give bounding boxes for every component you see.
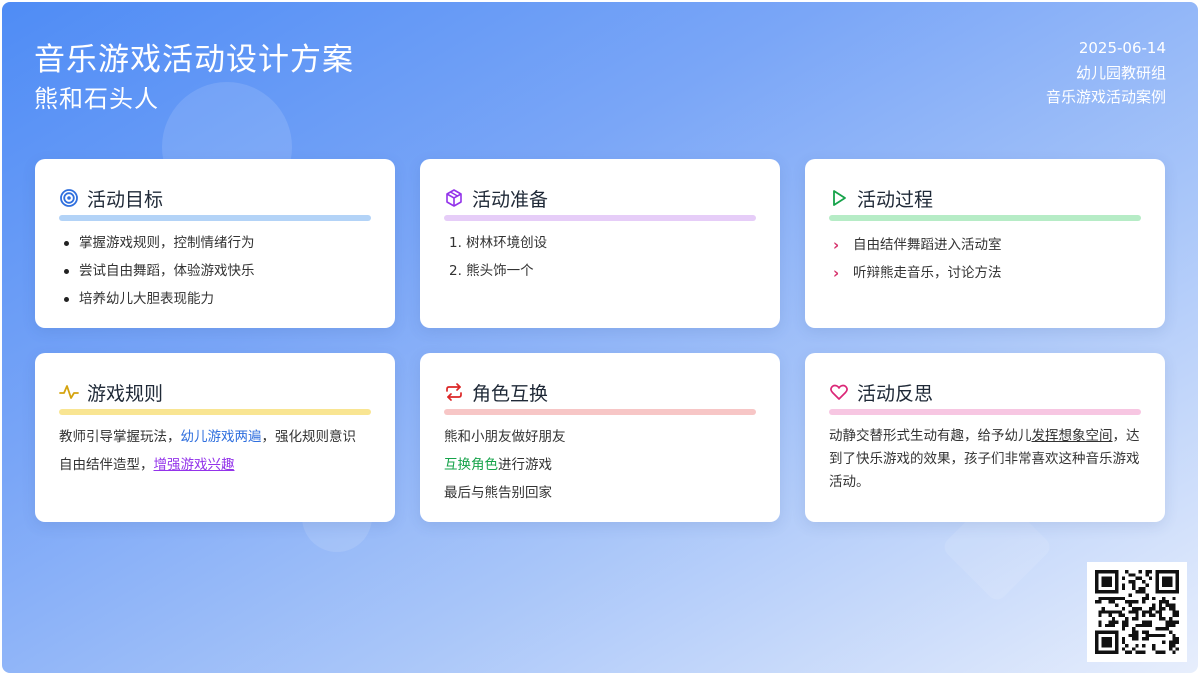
highlight-text: 互换角色: [444, 457, 498, 473]
list-item: 1. 树林环境创设: [449, 235, 548, 251]
card-title: 游戏规则: [87, 382, 164, 405]
text-line: 互换角色进行游戏: [444, 457, 552, 473]
qr-code-icon: [1087, 562, 1187, 662]
highlight-text: 幼儿游戏两遍: [180, 429, 262, 445]
text-line: 教师引导掌握玩法，幼儿游戏两遍，强化规则意识: [59, 429, 356, 445]
reflect-text: 动静交替形式生动有趣，给予幼儿发挥想象空间，达到了快乐游戏的效果，孩子们非常喜欢…: [829, 428, 1140, 490]
author-text: 幼儿园教研组: [1075, 63, 1166, 82]
card-goals: 活动目标 掌握游戏规则，控制情绪行为 尝试自由舞蹈，体验游戏快乐 培养幼儿大胆表…: [35, 159, 395, 328]
text-line: 最后与熊告别回家: [444, 485, 552, 501]
text-line: 熊和小朋友做好朋友: [444, 429, 566, 445]
prep-list: 1. 树林环境创设 2. 熊头饰一个: [444, 231, 756, 287]
page-background: 音乐游戏活动设计方案 熊和石头人 2025-06-14 幼儿园教研组 音乐游戏活…: [2, 2, 1198, 673]
card-reflect: 活动反思 动静交替形式生动有趣，给予幼儿发挥想象空间，达到了快乐游戏的效果，孩子…: [805, 353, 1165, 522]
card-title: 角色互换: [472, 382, 549, 405]
roles-text: 熊和小朋友做好朋友 互换角色进行游戏 最后与熊告别回家: [444, 425, 756, 509]
card-roles: 角色互换 熊和小朋友做好朋友 互换角色进行游戏 最后与熊告别回家: [420, 353, 780, 522]
list-item: 掌握游戏规则，控制情绪行为: [59, 231, 371, 259]
highlight-link[interactable]: 发挥想象空间: [1032, 428, 1113, 444]
card-title: 活动目标: [87, 188, 164, 211]
process-list: › 自由结伴舞蹈进入活动室 › 听辩熊走音乐，讨论方法: [829, 231, 1141, 287]
card-prep: 活动准备 1. 树林环境创设 2. 熊头饰一个: [420, 159, 780, 328]
box-icon: [444, 188, 464, 208]
card-accent-bar: [444, 215, 756, 221]
list-item: › 听辩熊走音乐，讨论方法: [829, 259, 1141, 287]
card-process: 活动过程 › 自由结伴舞蹈进入活动室 › 听辩熊走音乐，讨论方法: [805, 159, 1165, 328]
card-accent-bar: [829, 409, 1141, 415]
goals-list: 掌握游戏规则，控制情绪行为 尝试自由舞蹈，体验游戏快乐 培养幼儿大胆表现能力: [59, 231, 371, 315]
card-title: 活动过程: [857, 188, 934, 211]
chevron-right-icon: ›: [833, 264, 840, 282]
card-title: 活动反思: [857, 382, 934, 405]
date-text: 2025-06-14: [1078, 39, 1166, 57]
card-rules: 游戏规则 教师引导掌握玩法，幼儿游戏两遍，强化规则意识 自由结伴造型，增强游戏兴…: [35, 353, 395, 522]
list-item: › 自由结伴舞蹈进入活动室: [829, 231, 1141, 259]
card-accent-bar: [59, 409, 371, 415]
play-icon: [829, 188, 849, 208]
activity-icon: [59, 382, 79, 402]
list-item: 2. 熊头饰一个: [449, 263, 534, 279]
card-accent-bar: [444, 409, 756, 415]
card-accent-bar: [59, 215, 371, 221]
text-line: 自由结伴造型，增强游戏兴趣: [59, 457, 235, 473]
list-item: 尝试自由舞蹈，体验游戏快乐: [59, 259, 371, 287]
card-accent-bar: [829, 215, 1141, 221]
target-icon: [59, 188, 79, 208]
repeat-icon: [444, 382, 464, 402]
chevron-right-icon: ›: [833, 236, 840, 254]
page-title: 音乐游戏活动设计方案: [34, 42, 354, 78]
rules-text: 教师引导掌握玩法，幼儿游戏两遍，强化规则意识 自由结伴造型，增强游戏兴趣: [59, 425, 371, 481]
page-subtitle: 熊和石头人: [34, 85, 159, 113]
header-meta: 2025-06-14 幼儿园教研组 音乐游戏活动案例: [1046, 36, 1166, 110]
highlight-link[interactable]: 增强游戏兴趣: [154, 457, 235, 473]
card-title: 活动准备: [472, 188, 549, 211]
list-item: 培养幼儿大胆表现能力: [59, 287, 371, 315]
heart-icon: [829, 382, 849, 402]
category-text: 音乐游戏活动案例: [1045, 88, 1166, 106]
